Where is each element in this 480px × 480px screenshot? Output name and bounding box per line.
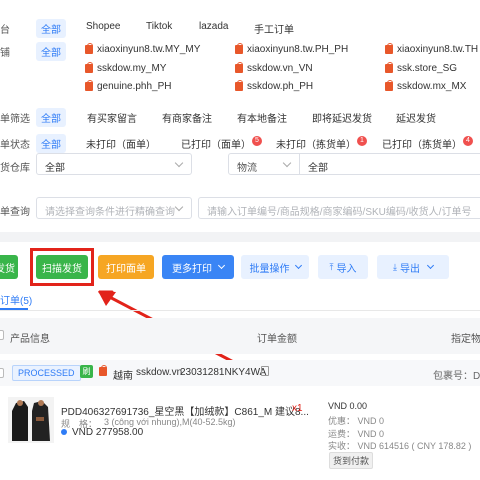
brush-tag: 刷 xyxy=(80,365,93,378)
price-dot-icon xyxy=(61,429,67,435)
tab-orders[interactable]: 订单(5) xyxy=(0,292,32,307)
order-checkbox[interactable] xyxy=(0,368,4,378)
product-price: VND 277958.00 xyxy=(72,427,144,438)
copy-icon[interactable] xyxy=(261,366,269,376)
col-product: 产品信息 xyxy=(10,334,50,345)
table-header: 产品信息 订单金额 指定物 xyxy=(0,318,480,354)
package-number: 包裹号：DZT xyxy=(433,371,480,382)
order-country: 越南 xyxy=(113,371,133,382)
payment-method-tag: 货到付款 xyxy=(329,452,374,469)
status-badge: PROCESSED xyxy=(12,365,81,381)
product-thumbnail[interactable] xyxy=(8,397,54,443)
col-amount: 订单金额 xyxy=(257,334,297,345)
select-all-checkbox[interactable] xyxy=(0,330,4,340)
amount-total: VND 0.00 xyxy=(328,401,368,411)
order-row-header: PROCESSED 刷 越南 sskdow.vn 23031281NKY4WA … xyxy=(0,360,480,386)
order-number: 23031281NKY4WA xyxy=(180,367,267,378)
order-shop: sskdow.vn xyxy=(136,367,183,378)
shop-bag-icon xyxy=(99,365,107,376)
col-assign: 指定物 xyxy=(451,334,480,345)
amount-discount: 优惠： VND 0 xyxy=(328,416,385,426)
spec-value: 3 (công với nhung),M(40-52.5kg) xyxy=(104,417,236,427)
amount-received: 实收： VND 614516 ( CNY 178.82 ) xyxy=(328,441,472,451)
tab-divider xyxy=(0,310,480,311)
product-title[interactable]: PDD406327691736_星空黑【加绒款】C861_M 建议8... xyxy=(61,403,309,418)
product-quantity: x1 xyxy=(292,403,303,414)
